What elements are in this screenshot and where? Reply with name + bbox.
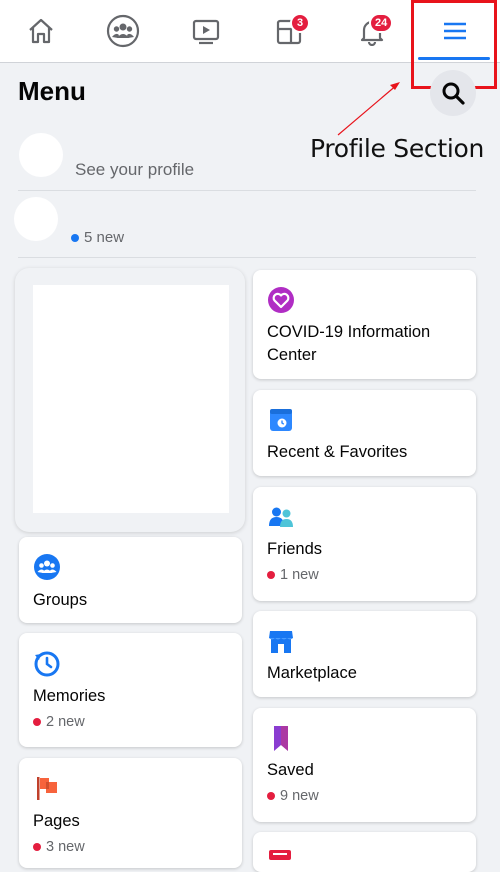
annotation-label: Profile Section xyxy=(310,134,485,163)
search-icon xyxy=(442,82,465,105)
shortcut-label: Pages xyxy=(33,812,80,830)
annotation-arrow xyxy=(337,82,400,136)
shortcut-new-label: 1 new xyxy=(280,567,319,583)
home-icon xyxy=(29,18,53,44)
recent-favorites-icon xyxy=(270,409,292,431)
groups-tab[interactable] xyxy=(82,0,164,62)
shortcut-new-label: 9 new xyxy=(280,788,319,804)
shortcut-label: Groups xyxy=(33,591,88,609)
search-button[interactable] xyxy=(430,70,476,116)
saved-bookmark-icon xyxy=(274,726,288,751)
shortcut-new-label: 2 new xyxy=(46,714,85,730)
pages-flag-icon xyxy=(37,777,57,800)
shortcut-new-count: 3 new xyxy=(33,839,85,855)
notifications-tab[interactable]: 24 xyxy=(331,0,413,62)
profile-avatar[interactable] xyxy=(19,133,63,177)
shortcut-new-label: 3 new xyxy=(46,839,85,855)
shortcut-partial[interactable] xyxy=(253,832,476,872)
shortcut-saved[interactable]: Saved 9 new xyxy=(253,708,476,822)
friends-icon xyxy=(269,507,293,527)
divider xyxy=(18,190,476,191)
watch-tab[interactable] xyxy=(165,0,247,62)
red-dot-icon xyxy=(33,843,41,851)
shortcut-label: Memories xyxy=(33,687,106,705)
red-dot-icon xyxy=(267,571,275,579)
notifications-badge: 24 xyxy=(369,13,394,33)
groups-icon xyxy=(34,554,60,580)
secondary-new-count[interactable]: 5 new xyxy=(71,229,124,246)
stories-card[interactable] xyxy=(15,268,245,532)
shortcut-new-count: 2 new xyxy=(33,714,85,730)
pages-badge: 3 xyxy=(290,13,310,33)
see-profile-link[interactable]: See your profile xyxy=(75,160,194,180)
page-title: Menu xyxy=(18,76,86,106)
secondary-avatar[interactable] xyxy=(14,197,58,241)
shortcut-groups[interactable]: Groups xyxy=(19,537,242,623)
shortcut-marketplace[interactable]: Marketplace xyxy=(253,611,476,697)
shortcut-label: Marketplace xyxy=(267,664,357,682)
shortcut-label: Saved xyxy=(267,761,314,779)
shortcut-new-count: 1 new xyxy=(267,567,319,583)
shortcut-label: Recent & Favorites xyxy=(267,443,408,461)
groups-nav-icon xyxy=(106,14,140,48)
shortcut-memories[interactable]: Memories 2 new xyxy=(19,633,242,747)
blue-dot-icon xyxy=(71,233,79,242)
shortcut-friends[interactable]: Friends 1 new xyxy=(253,487,476,601)
shortcut-recent-favorites[interactable]: Recent & Favorites xyxy=(253,390,476,476)
shortcut-pages[interactable]: Pages 3 new xyxy=(19,758,242,868)
marketplace-icon xyxy=(269,631,293,653)
pages-tab[interactable]: 3 xyxy=(248,0,330,62)
red-dot-icon xyxy=(267,792,275,800)
stories-placeholder xyxy=(33,285,229,513)
shortcut-covid-center[interactable]: COVID-19 Information Center xyxy=(253,270,476,379)
red-dot-icon xyxy=(33,718,41,726)
memories-icon xyxy=(34,651,60,677)
secondary-new-label: 5 new xyxy=(84,229,125,246)
covid-heart-icon xyxy=(268,287,294,313)
shortcut-label: Friends xyxy=(267,540,323,558)
video-play-icon xyxy=(192,19,220,45)
shortcut-label: COVID-19 Information Center xyxy=(267,323,431,364)
divider xyxy=(18,257,476,258)
home-tab[interactable] xyxy=(0,0,82,62)
shortcut-new-count: 9 new xyxy=(267,788,319,804)
